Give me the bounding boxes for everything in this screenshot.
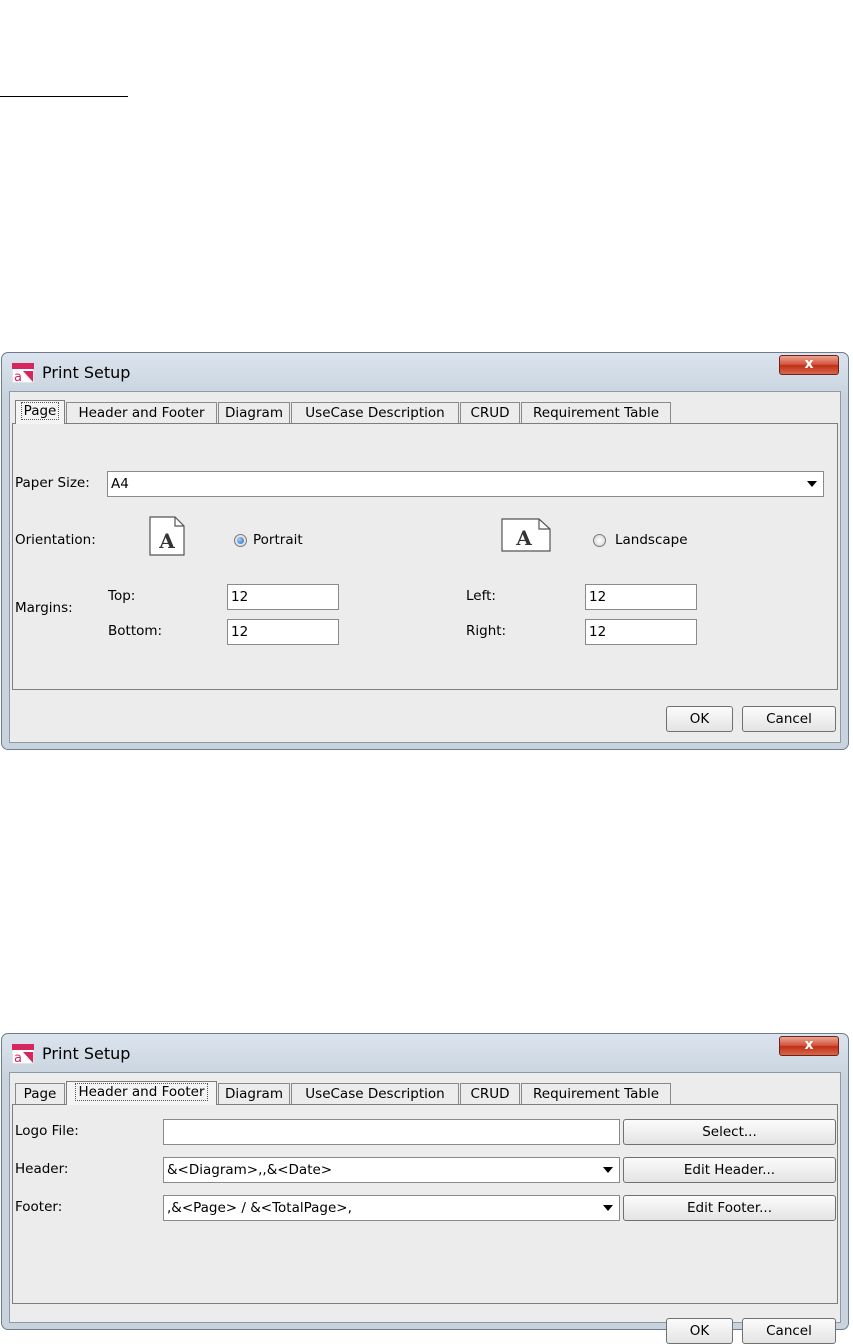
tab-requirement-table[interactable]: Requirement Table <box>521 1083 671 1104</box>
edit-header-button[interactable]: Edit Header... <box>623 1157 836 1183</box>
margin-right-label: Right: <box>466 623 507 639</box>
chevron-down-icon <box>603 1167 613 1173</box>
dialog-title: Print Setup <box>42 363 131 382</box>
svg-text:a: a <box>14 370 22 383</box>
header-footer-tab-panel: Logo File: Select... Header: &<Diagram>,… <box>12 1104 838 1304</box>
tab-usecase-description[interactable]: UseCase Description <box>291 1083 459 1104</box>
tab-page[interactable]: Page <box>15 400 65 424</box>
close-button[interactable]: x <box>779 355 839 375</box>
tab-page[interactable]: Page <box>15 1083 65 1104</box>
print-setup-dialog-page: a Print Setup x Page Header and Footer D… <box>1 352 849 750</box>
tab-label: Page <box>20 402 60 420</box>
margin-left-input[interactable]: 12 <box>585 584 697 610</box>
header-select[interactable]: &<Diagram>,,&<Date> <box>163 1157 620 1183</box>
ok-button[interactable]: OK <box>666 1318 733 1344</box>
tab-requirement-table[interactable]: Requirement Table <box>521 402 671 423</box>
tab-diagram[interactable]: Diagram <box>218 1083 290 1104</box>
title-bar[interactable]: a Print Setup x <box>2 353 848 393</box>
margins-label: Margins: <box>15 600 73 616</box>
paper-size-label: Paper Size: <box>15 475 90 491</box>
tab-crud[interactable]: CRUD <box>460 1083 520 1104</box>
dialog-client-area: Page Header and Footer Diagram UseCase D… <box>9 1072 841 1344</box>
portrait-radio[interactable] <box>234 534 247 547</box>
orientation-label: Orientation: <box>15 532 96 548</box>
footer-label: Footer: <box>15 1199 63 1215</box>
landscape-icon-letter: A <box>515 526 532 550</box>
svg-text:a: a <box>14 1051 22 1064</box>
page-tab-panel: Paper Size: A4 Orientation: A Portrait A… <box>12 423 838 690</box>
print-setup-dialog-header-footer: a Print Setup x Page Header and Footer D… <box>1 1033 849 1344</box>
cancel-button[interactable]: Cancel <box>742 1318 836 1344</box>
app-icon: a <box>12 363 34 383</box>
paper-size-value: A4 <box>111 476 129 492</box>
app-icon: a <box>12 1044 34 1064</box>
logo-file-input[interactable] <box>163 1119 620 1145</box>
dialog-client-area: Page Header and Footer Diagram UseCase D… <box>9 391 841 743</box>
landscape-radio[interactable] <box>593 534 606 547</box>
header-label: Header: <box>15 1161 69 1177</box>
tab-header-and-footer[interactable]: Header and Footer <box>66 402 217 423</box>
footer-value: ,&<Page> / &<TotalPage>, <box>167 1200 352 1216</box>
top-rule <box>0 96 128 97</box>
tab-crud[interactable]: CRUD <box>460 402 520 423</box>
edit-footer-button[interactable]: Edit Footer... <box>623 1195 836 1221</box>
tab-diagram[interactable]: Diagram <box>218 402 290 423</box>
paper-size-select[interactable]: A4 <box>107 471 824 497</box>
margin-bottom-input[interactable]: 12 <box>227 619 339 645</box>
margin-top-input[interactable]: 12 <box>227 584 339 610</box>
cancel-button[interactable]: Cancel <box>742 706 836 732</box>
footer-select[interactable]: ,&<Page> / &<TotalPage>, <box>163 1195 620 1221</box>
ok-button[interactable]: OK <box>666 706 733 732</box>
select-logo-button[interactable]: Select... <box>623 1119 836 1145</box>
tab-header-and-footer[interactable]: Header and Footer <box>66 1081 217 1105</box>
margin-right-input[interactable]: 12 <box>585 619 697 645</box>
close-button[interactable]: x <box>779 1036 839 1056</box>
dialog-title: Print Setup <box>42 1044 131 1063</box>
logo-file-label: Logo File: <box>15 1123 79 1139</box>
landscape-page-icon: A <box>501 518 551 552</box>
tab-usecase-description[interactable]: UseCase Description <box>291 402 459 423</box>
portrait-label[interactable]: Portrait <box>253 532 303 548</box>
chevron-down-icon <box>807 481 817 487</box>
portrait-icon-letter: A <box>158 529 175 553</box>
margin-top-label: Top: <box>108 588 136 604</box>
portrait-page-icon: A <box>149 516 185 556</box>
margin-bottom-label: Bottom: <box>108 623 163 639</box>
margin-left-label: Left: <box>466 588 496 604</box>
title-bar[interactable]: a Print Setup x <box>2 1034 848 1074</box>
chevron-down-icon <box>603 1205 613 1211</box>
landscape-label[interactable]: Landscape <box>615 532 688 548</box>
tab-label: Header and Footer <box>75 1083 208 1101</box>
header-value: &<Diagram>,,&<Date> <box>167 1162 333 1178</box>
